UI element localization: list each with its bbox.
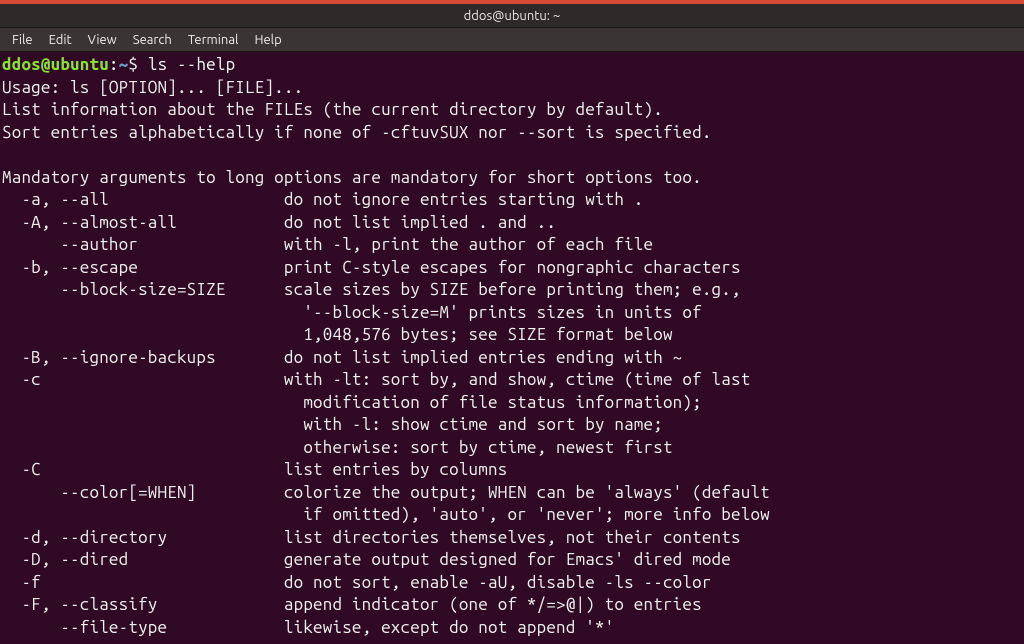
prompt-line: ddos@ubuntu:~$ ls --help [2, 54, 1022, 77]
prompt-userhost: ddos@ubuntu [2, 55, 109, 74]
output-line: -f do not sort, enable -aU, disable -ls … [2, 572, 1022, 595]
output-line: --author with -l, print the author of ea… [2, 234, 1022, 257]
output-line: -c with -lt: sort by, and show, ctime (t… [2, 369, 1022, 392]
menubar: File Edit View Search Terminal Help [0, 28, 1024, 52]
menu-help[interactable]: Help [246, 31, 289, 49]
output-line: Sort entries alphabetically if none of -… [2, 122, 1022, 145]
output-line: with -l: show ctime and sort by name; [2, 414, 1022, 437]
output-line: Mandatory arguments to long options are … [2, 167, 1022, 190]
output-line: --color[=WHEN] colorize the output; WHEN… [2, 482, 1022, 505]
output-line: -F, --classify append indicator (one of … [2, 594, 1022, 617]
output-line: otherwise: sort by ctime, newest first [2, 437, 1022, 460]
menu-view[interactable]: View [80, 31, 125, 49]
entered-command: ls --help [148, 55, 235, 74]
output-line: modification of file status information)… [2, 392, 1022, 415]
menu-edit[interactable]: Edit [41, 31, 80, 49]
prompt-path: ~ [119, 55, 129, 74]
window-title: ddos@ubuntu: ~ [464, 9, 561, 23]
output-line: -C list entries by columns [2, 459, 1022, 482]
menu-terminal[interactable]: Terminal [180, 31, 247, 49]
output-line: -B, --ignore-backups do not list implied… [2, 347, 1022, 370]
prompt-sigil: $ [128, 55, 147, 74]
output-line: -A, --almost-all do not list implied . a… [2, 212, 1022, 235]
output-line: -d, --directory list directories themsel… [2, 527, 1022, 550]
output-line: List information about the FILEs (the cu… [2, 99, 1022, 122]
window-titlebar[interactable]: ddos@ubuntu: ~ [0, 4, 1024, 28]
output-line: -b, --escape print C-style escapes for n… [2, 257, 1022, 280]
output-line: -D, --dired generate output designed for… [2, 549, 1022, 572]
output-line: if omitted), 'auto', or 'never'; more in… [2, 504, 1022, 527]
output-line: --block-size=SIZE scale sizes by SIZE be… [2, 279, 1022, 302]
output-line: --file-type likewise, except do not appe… [2, 617, 1022, 640]
prompt-colon: : [109, 55, 119, 74]
output-line: '--block-size=M' prints sizes in units o… [2, 302, 1022, 325]
output-line: -a, --all do not ignore entries starting… [2, 189, 1022, 212]
menu-search[interactable]: Search [125, 31, 180, 49]
menu-file[interactable]: File [4, 31, 41, 49]
terminal-viewport[interactable]: ddos@ubuntu:~$ ls --helpUsage: ls [OPTIO… [0, 52, 1024, 644]
output-line: 1,048,576 bytes; see SIZE format below [2, 324, 1022, 347]
output-line [2, 144, 1022, 167]
output-line: Usage: ls [OPTION]... [FILE]... [2, 77, 1022, 100]
